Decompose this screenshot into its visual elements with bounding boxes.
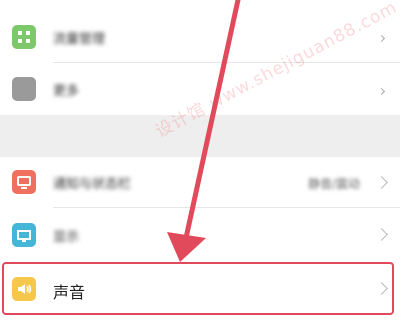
annotation-arrow-icon <box>167 0 241 262</box>
